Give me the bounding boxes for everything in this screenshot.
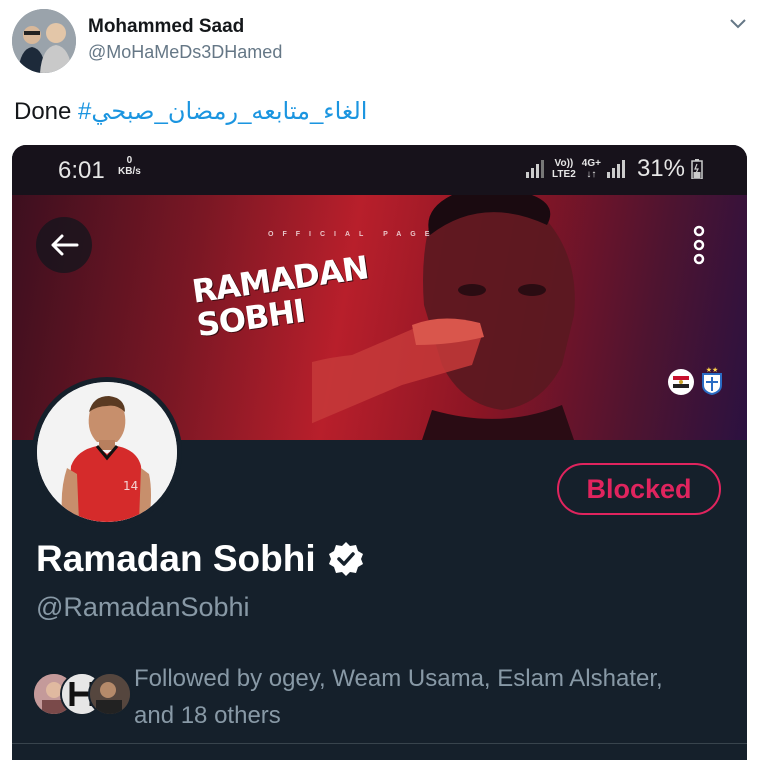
volte-label: Vo)) xyxy=(554,158,574,169)
divider xyxy=(12,743,747,744)
author-handle[interactable]: @MoHaMeDs3DHamed xyxy=(88,42,282,63)
author-name[interactable]: Mohammed Saad xyxy=(88,16,244,38)
profile-name-text: Ramadan Sobhi xyxy=(36,538,316,579)
more-vertical-icon xyxy=(693,225,705,265)
followed-by-line1: Followed by ogey, Weam Usama, Eslam Alsh… xyxy=(134,665,663,692)
signal-icon xyxy=(526,160,545,178)
followed-by-text: Followed by ogey, Weam Usama, Eslam Alsh… xyxy=(134,660,734,734)
tweet-text: Done #الغاء_متابعه_رمضان_صبحي xyxy=(14,97,367,126)
status-icons: Vo)) LTE2 4G+ ↓↑ 31% xyxy=(526,155,703,183)
data-arrows-icon: ↓↑ xyxy=(586,169,597,180)
jersey-number: 14 xyxy=(123,479,138,493)
verified-badge-icon xyxy=(328,542,363,576)
net-label: 4G+ xyxy=(581,158,601,169)
network-speed-value: 0 xyxy=(126,155,133,166)
status-bar: 6:01 0 KB/s Vo)) LTE2 4G+ ↓↑ 31% xyxy=(12,145,747,195)
hashtag-link[interactable]: #الغاء_متابعه_رمضان_صبحي xyxy=(78,98,367,125)
club-crest-icon: ★★ xyxy=(700,365,724,396)
tweet-text-done: Done xyxy=(14,98,72,125)
lte-label: LTE2 xyxy=(552,169,576,180)
volte-indicator: Vo)) LTE2 xyxy=(552,158,576,180)
follower-avatars xyxy=(32,672,132,716)
status-time: 6:01 xyxy=(58,157,105,184)
tweet-header: Mohammed Saad @MoHaMeDs3DHamed xyxy=(0,0,768,90)
followed-by-line2: and 18 others xyxy=(134,702,281,729)
battery-icon xyxy=(691,159,703,179)
signal-icon-2 xyxy=(606,160,625,178)
followed-by-row[interactable]: Followed by ogey, Weam Usama, Eslam Alsh… xyxy=(32,660,742,730)
data-indicator: 4G+ ↓↑ xyxy=(582,158,601,180)
profile-handle: @RamadanSobhi xyxy=(36,592,250,622)
chevron-down-icon[interactable] xyxy=(726,12,750,36)
arrow-left-icon xyxy=(51,234,79,256)
blocked-button[interactable]: Blocked xyxy=(557,463,721,515)
author-avatar[interactable] xyxy=(12,9,76,73)
profile-name: Ramadan Sobhi xyxy=(36,538,364,580)
profile-avatar[interactable]: 14 xyxy=(32,377,182,527)
egypt-badge-icon xyxy=(668,369,694,395)
official-page-label: OFFICIAL PAGE xyxy=(268,231,439,238)
svg-text:★★: ★★ xyxy=(706,366,719,374)
tweet-media-screenshot[interactable]: 6:01 0 KB/s Vo)) LTE2 4G+ ↓↑ 31% OFFICIA… xyxy=(12,145,747,760)
more-options-button[interactable] xyxy=(684,217,714,273)
battery-percent: 31% xyxy=(636,155,685,182)
follower-avatar xyxy=(88,672,132,716)
network-speed-unit: KB/s xyxy=(118,166,141,177)
back-button[interactable] xyxy=(36,217,92,273)
network-speed: 0 KB/s xyxy=(118,155,141,177)
